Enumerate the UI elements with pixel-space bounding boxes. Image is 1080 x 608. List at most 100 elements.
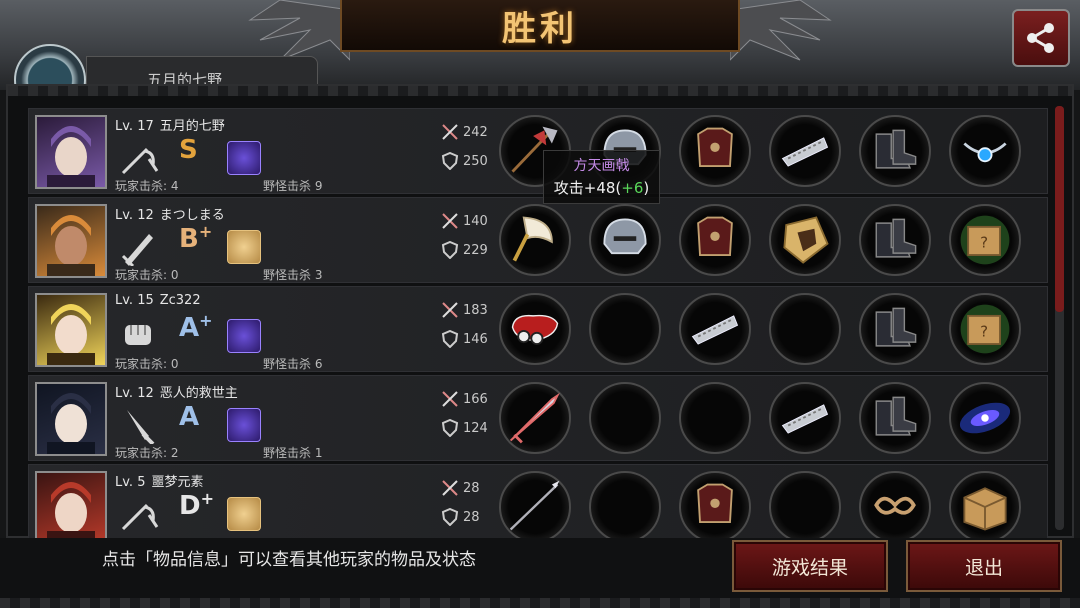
item-slot[interactable] — [949, 471, 1021, 543]
item-slot[interactable] — [949, 382, 1021, 454]
bottom-strip — [0, 598, 1080, 608]
skill-card-icon[interactable] — [227, 408, 261, 442]
grade-badge: A — [179, 402, 199, 432]
skill-card-icon[interactable] — [227, 230, 261, 264]
boots-icon — [875, 307, 917, 347]
shield-stat-icon — [441, 241, 459, 259]
player-level: Lv. 12 — [115, 386, 154, 401]
item-slot[interactable] — [859, 293, 931, 365]
item-slot[interactable] — [499, 204, 571, 276]
player-avatar[interactable] — [35, 115, 107, 189]
item-slot[interactable] — [679, 382, 751, 454]
player-row[interactable]: Lv. 17 五月的七野 S 玩家击杀: 4 野怪击杀 9 242 250 — [28, 108, 1048, 194]
monster-kills: 野怪击杀 9 — [263, 179, 323, 193]
player-avatar[interactable] — [35, 471, 107, 545]
defense-stat: 250 — [441, 152, 488, 170]
item-slot[interactable] — [679, 471, 751, 543]
player-kills: 玩家击杀: 2 — [115, 446, 179, 460]
item-slot[interactable] — [589, 204, 661, 276]
defense-value: 229 — [463, 242, 488, 258]
boots-icon — [875, 396, 917, 436]
player-avatar[interactable] — [35, 204, 107, 278]
exit-button[interactable]: 退出 — [906, 540, 1062, 592]
grade-badge: A+ — [179, 311, 213, 343]
player-name: 五月的七野 — [159, 119, 225, 134]
skill-card-icon[interactable] — [227, 497, 261, 531]
item-slot[interactable] — [589, 471, 661, 543]
player-level-name: Lv. 12 恶人的救世主 — [115, 382, 238, 401]
item-slot[interactable] — [769, 471, 841, 543]
monster-kills: 野怪击杀 3 — [263, 268, 323, 282]
grade-badge: D+ — [179, 489, 214, 521]
defense-stat: 229 — [441, 241, 488, 259]
share-button[interactable] — [1012, 9, 1070, 67]
monster-kills: 野怪击杀 6 — [263, 357, 323, 371]
crossed-swords-icon — [442, 124, 458, 140]
item-slot[interactable] — [859, 382, 931, 454]
shield-stat-icon — [441, 508, 459, 526]
scroll-thumb[interactable] — [1055, 106, 1064, 312]
item-slot[interactable] — [679, 204, 751, 276]
attack-stat: 28 — [441, 479, 480, 497]
tooltip-bonus: +6 — [621, 179, 644, 197]
weapon-type — [119, 404, 159, 446]
boots-icon — [875, 129, 917, 169]
item-slot[interactable] — [859, 471, 931, 543]
item-slot[interactable] — [499, 293, 571, 365]
shield-stat-icon — [441, 419, 459, 437]
item-slot[interactable] — [499, 471, 571, 543]
item-slot[interactable] — [679, 293, 751, 365]
grade-badge: B+ — [179, 222, 212, 254]
player-name: 恶人的救世主 — [159, 386, 238, 401]
player-name: Zc322 — [159, 293, 201, 308]
item-slot[interactable] — [679, 115, 751, 187]
grade-letter: S — [179, 135, 198, 165]
axe-icon — [512, 216, 553, 262]
player-row[interactable]: Lv. 15 Zc322 A+ 玩家击杀: 0 野怪击杀 6 183 146? — [28, 286, 1048, 372]
grade-letter: A — [179, 402, 200, 432]
player-avatar[interactable] — [35, 382, 107, 456]
item-slot[interactable] — [859, 204, 931, 276]
item-slot[interactable] — [499, 382, 571, 454]
weapon-type — [119, 315, 159, 355]
item-slot[interactable] — [769, 293, 841, 365]
skill-card-icon[interactable] — [227, 141, 261, 175]
item-slot[interactable] — [589, 293, 661, 365]
tooltip-value-text: 攻击+48( — [553, 179, 622, 197]
player-level: Lv. 15 — [115, 293, 154, 308]
item-slot[interactable]: ? — [949, 293, 1021, 365]
svg-text:?: ? — [980, 234, 988, 252]
item-slot[interactable] — [859, 115, 931, 187]
monster-kills: 野怪击杀 1 — [263, 446, 323, 460]
player-row[interactable]: Lv. 12 恶人的救世主 A 玩家击杀: 2 野怪击杀 1 166 124 — [28, 375, 1048, 461]
player-row[interactable]: Lv. 12 まつしまる B+ 玩家击杀: 0 野怪击杀 3 140 229? — [28, 197, 1048, 283]
crossed-swords-icon — [442, 480, 458, 496]
attack-stat: 166 — [441, 390, 488, 408]
blade-icon — [509, 392, 560, 444]
grade-plus: + — [199, 311, 213, 330]
item-slot[interactable] — [949, 115, 1021, 187]
crossed-swords-icon — [442, 391, 458, 407]
shield-stat-icon — [441, 330, 459, 348]
boots-icon — [875, 218, 917, 258]
rapier-icon — [121, 147, 159, 175]
item-slot[interactable] — [769, 115, 841, 187]
page-title: 胜利 — [502, 8, 578, 49]
bracer-icon — [691, 315, 739, 345]
scrollbar[interactable] — [1055, 106, 1064, 530]
player-level: Lv. 12 — [115, 208, 154, 223]
item-slot[interactable] — [589, 382, 661, 454]
item-slot[interactable]: ? — [949, 204, 1021, 276]
grade-badge: S — [179, 135, 198, 165]
bracer-icon — [781, 404, 829, 434]
item-slot[interactable] — [769, 382, 841, 454]
attack-value: 242 — [463, 124, 488, 140]
player-avatar[interactable] — [35, 293, 107, 367]
game-result-button[interactable]: 游戏结果 — [732, 540, 888, 592]
skill-card-icon[interactable] — [227, 319, 261, 353]
attack-value: 140 — [463, 213, 488, 229]
item-slot[interactable] — [769, 204, 841, 276]
dagger-icon — [127, 410, 155, 446]
player-level: Lv. 5 — [115, 475, 146, 490]
shield-stat-icon — [441, 152, 459, 170]
